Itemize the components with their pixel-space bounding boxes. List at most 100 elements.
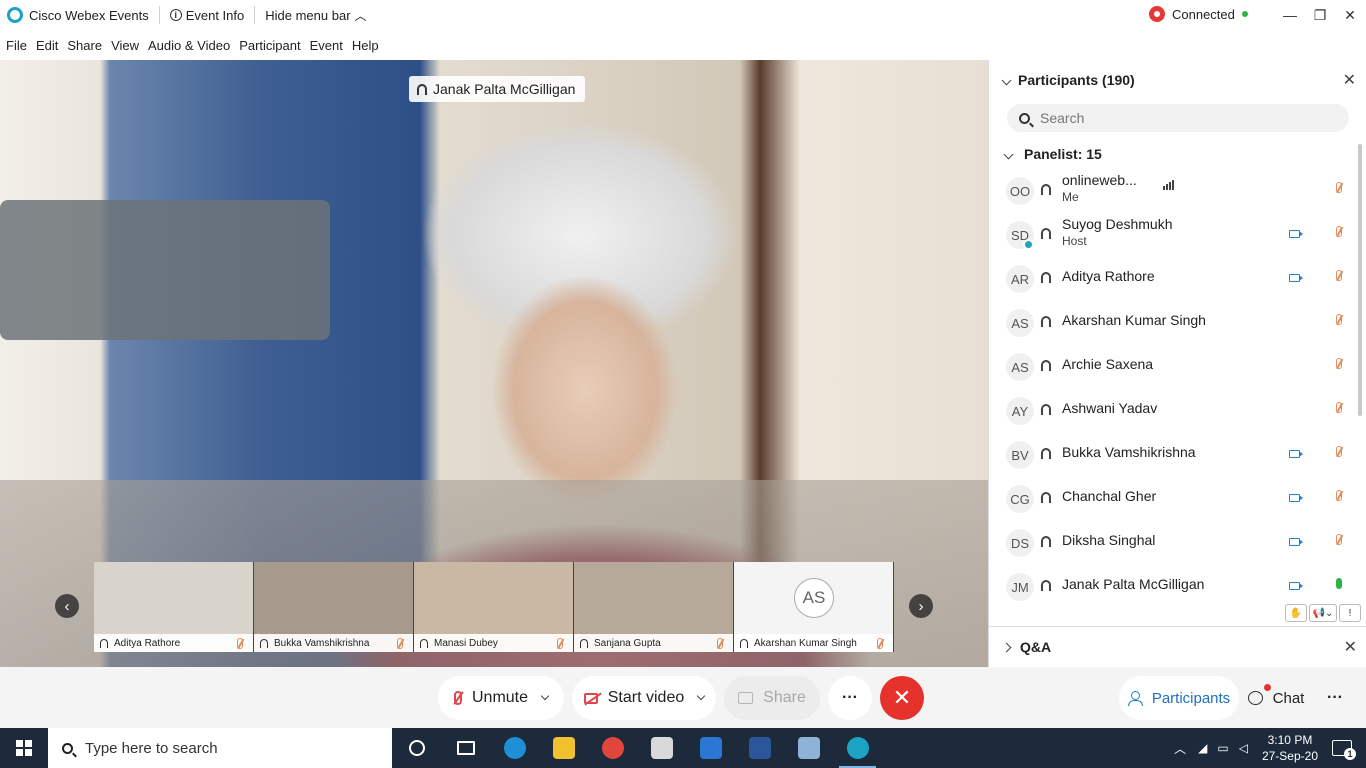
menu-help[interactable]: Help: [352, 38, 379, 53]
overflow-menu-button[interactable]: ···: [1318, 676, 1352, 720]
menu-audio-video[interactable]: Audio & Video: [148, 38, 230, 53]
participant-role: Me: [1062, 190, 1079, 204]
volume-icon[interactable]: ◁: [1239, 741, 1248, 755]
mic-muted-icon[interactable]: [1336, 358, 1342, 369]
menu-event[interactable]: Event: [310, 38, 343, 53]
chevron-down-icon[interactable]: [696, 691, 706, 701]
close-participants-button[interactable]: ✕: [1343, 70, 1356, 90]
menu-file[interactable]: File: [6, 38, 27, 53]
announce-button[interactable]: 📢⌄: [1309, 604, 1337, 622]
participant-row[interactable]: AR Aditya Rathore: [989, 256, 1355, 300]
edge-taskbar-button[interactable]: [490, 728, 539, 768]
hide-menu-bar-button[interactable]: Hide menu bar ︿: [265, 7, 366, 24]
store-taskbar-button[interactable]: [637, 728, 686, 768]
filmstrip-next-button[interactable]: ›: [909, 594, 933, 618]
tile-label: Bukka Vamshikrishna: [254, 634, 413, 652]
chat-button[interactable]: Chat: [1239, 676, 1313, 720]
start-button[interactable]: [0, 728, 48, 768]
mic-muted-icon[interactable]: [1336, 402, 1342, 413]
participant-row[interactable]: JM Janak Palta McGilligan: [989, 564, 1355, 602]
minimize-button[interactable]: —: [1275, 0, 1305, 30]
panelist-group-header[interactable]: Panelist: 15: [1003, 146, 1102, 162]
mic-muted-icon[interactable]: [1336, 270, 1342, 281]
participant-list-scrollbar[interactable]: [1358, 144, 1362, 416]
mic-muted-icon[interactable]: [1336, 182, 1342, 193]
mail-taskbar-button[interactable]: [686, 728, 735, 768]
close-window-button[interactable]: ✕: [1335, 0, 1365, 30]
participants-toggle-button[interactable]: Participants: [1119, 676, 1239, 720]
participant-search[interactable]: [1007, 104, 1349, 132]
mic-muted-icon[interactable]: [1336, 226, 1342, 237]
mic-muted-icon[interactable]: [1336, 490, 1342, 501]
menu-share[interactable]: Share: [67, 38, 102, 53]
participant-row[interactable]: AS Akarshan Kumar Singh: [989, 300, 1355, 344]
more-options-button[interactable]: ···: [828, 676, 872, 720]
mic-off-icon: [453, 691, 462, 705]
participant-row[interactable]: AY Ashwani Yadav: [989, 388, 1355, 432]
filmstrip-tile[interactable]: AS Akarshan Kumar Singh: [734, 562, 894, 652]
battery-icon[interactable]: ▭: [1217, 741, 1228, 755]
share-button[interactable]: Share: [724, 676, 820, 720]
taskbar-search[interactable]: Type here to search: [48, 728, 392, 768]
avatar: DS: [1006, 529, 1034, 557]
unmute-button[interactable]: Unmute: [438, 676, 564, 720]
paint-taskbar-button[interactable]: [784, 728, 833, 768]
participant-name: Bukka Vamshikrishna: [1062, 444, 1196, 460]
paint-icon: [797, 737, 820, 759]
close-icon: ✕: [1342, 72, 1356, 89]
chevron-down-icon: [1003, 149, 1014, 159]
chevron-up-icon[interactable]: ︿: [1174, 740, 1186, 757]
mic-muted-icon: [397, 638, 403, 649]
hide-menu-label: Hide menu bar: [265, 7, 351, 23]
chevron-down-icon[interactable]: [540, 691, 550, 701]
participant-row[interactable]: CG Chanchal Gher: [989, 476, 1355, 520]
filmstrip-prev-button[interactable]: ‹: [55, 594, 79, 618]
menu-view[interactable]: View: [111, 38, 139, 53]
menu-participant[interactable]: Participant: [239, 38, 300, 53]
webex-taskbar-button[interactable]: [833, 728, 882, 768]
filmstrip-tile[interactable]: Sanjana Gupta: [574, 562, 734, 652]
filmstrip-tile[interactable]: Bukka Vamshikrishna: [254, 562, 414, 652]
participant-row[interactable]: SD Suyog Deshmukh Host: [989, 212, 1355, 256]
event-info-button[interactable]: i Event Info: [169, 8, 244, 23]
cortana-taskbar-button[interactable]: [392, 728, 441, 768]
alert-button[interactable]: !: [1339, 604, 1361, 622]
participants-panel-header[interactable]: Participants (190): [1001, 72, 1135, 88]
participant-row[interactable]: AS Archie Saxena: [989, 344, 1355, 388]
participant-row[interactable]: OO onlineweb... Me: [989, 168, 1355, 212]
task-view-taskbar-button[interactable]: [441, 728, 490, 768]
participant-row[interactable]: BV Bukka Vamshikrishna: [989, 432, 1355, 476]
leave-meeting-button[interactable]: ✕: [880, 676, 924, 720]
chevron-right-icon: [1001, 642, 1012, 652]
word-taskbar-button[interactable]: [735, 728, 784, 768]
menu-edit[interactable]: Edit: [36, 38, 58, 53]
taskbar-clock[interactable]: 3:10 PM 27-Sep-20: [1262, 732, 1318, 764]
raise-hand-button[interactable]: ✋: [1285, 604, 1307, 622]
meeting-controls: Unmute Start video Share ··· Participant…: [0, 667, 1366, 728]
close-qa-button[interactable]: ✕: [1344, 637, 1357, 657]
chevron-left-icon: ‹: [64, 597, 70, 615]
mic-on-icon[interactable]: [1336, 578, 1342, 589]
participant-search-input[interactable]: [1040, 110, 1330, 126]
start-video-button[interactable]: Start video: [572, 676, 716, 720]
mic-muted-icon[interactable]: [1336, 446, 1342, 457]
filmstrip-tile[interactable]: Aditya Rathore: [94, 562, 254, 652]
mic-muted-icon[interactable]: [1336, 534, 1342, 545]
chrome-taskbar-button[interactable]: [588, 728, 637, 768]
avatar: AR: [1006, 265, 1034, 293]
notification-center-icon[interactable]: 1: [1332, 740, 1356, 760]
video-camera-icon: [1289, 274, 1300, 282]
file-explorer-taskbar-button[interactable]: [539, 728, 588, 768]
qa-header[interactable]: Q&A: [1001, 639, 1051, 655]
connection-status[interactable]: Connected: [1149, 6, 1248, 22]
filmstrip-tile[interactable]: Manasi Dubey: [414, 562, 574, 652]
mic-muted-icon[interactable]: [1336, 314, 1342, 325]
network-icon[interactable]: ◢: [1198, 741, 1207, 755]
menu-bar: File Edit Share View Audio & Video Parti…: [0, 30, 1366, 60]
person-icon: [1127, 691, 1143, 706]
participant-name: Chanchal Gher: [1062, 488, 1157, 504]
chevron-down-icon: [1001, 75, 1012, 85]
restore-button[interactable]: ❐: [1305, 0, 1335, 30]
participant-row[interactable]: DS Diksha Singhal: [989, 520, 1355, 564]
search-icon: [62, 742, 73, 754]
